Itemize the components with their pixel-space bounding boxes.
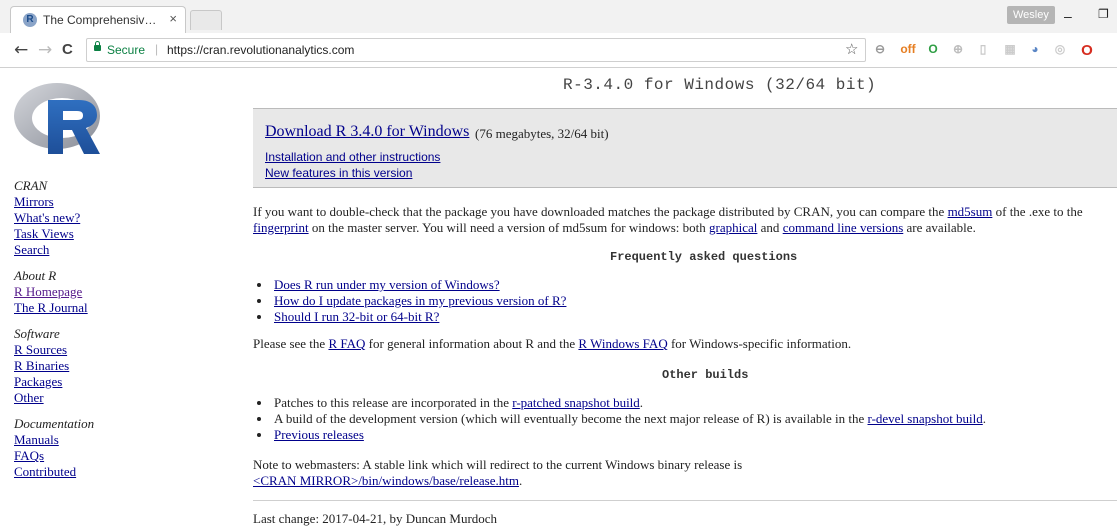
url-separator: | [155, 42, 159, 56]
page-extension-icon[interactable]: ▯ [975, 42, 991, 56]
sidebar-group: CRAN Mirrors What's new? Task Views Search [14, 178, 134, 258]
close-tab-icon[interactable]: × [169, 11, 177, 26]
sidebar-link[interactable]: R Sources [14, 342, 134, 358]
r-patched-link[interactable]: r-patched snapshot build [512, 395, 640, 410]
install-instructions-link[interactable]: Installation and other instructions [265, 150, 440, 164]
sidebar-link[interactable]: Contributed [14, 464, 134, 480]
md5-text: If you want to double-check that the pac… [253, 204, 948, 219]
gray-extension-icon[interactable]: ⊕ [950, 42, 966, 56]
r-logo [14, 83, 100, 154]
r-devel-link[interactable]: r-devel snapshot build [868, 411, 983, 426]
fingerprint-link[interactable]: fingerprint [253, 220, 309, 235]
sidebar-group: About RR Homepage The R Journal [14, 268, 134, 316]
sidebar-link[interactable]: Task Views [14, 226, 134, 242]
list-text: Patches to this release are incorporated… [274, 395, 513, 410]
tab-title: The Comprehensive R Ar [43, 13, 163, 27]
list-item: Should I run 32-bit or 64-bit R? [272, 309, 566, 325]
profile-button[interactable]: Wesley [1007, 6, 1055, 24]
list-item: Does R run under my version of Windows? [272, 277, 566, 293]
md5-paragraph: If you want to double-check that the pac… [253, 204, 1083, 236]
url-text[interactable]: https://cran.revolutionanalytics.com [167, 43, 354, 57]
other-builds-list: Patches to this release are incorporated… [253, 395, 986, 443]
sidebar-link[interactable]: FAQs [14, 448, 134, 464]
grid-extension-icon[interactable]: ▦ [1002, 42, 1018, 56]
sidebar-heading: Documentation [14, 416, 95, 431]
rfaq-text: for Windows-specific information. [667, 336, 852, 351]
faq-heading: Frequently asked questions [610, 250, 798, 264]
new-tab-button[interactable] [190, 10, 222, 30]
sidebar-heading: CRAN [14, 178, 48, 193]
rss-extension-icon[interactable]: ◕ [1027, 42, 1043, 56]
download-box: Download R 3.4.0 for Windows (76 megabyt… [253, 108, 1117, 188]
address-bar[interactable]: Secure | https://cran.revolutionanalytic… [86, 38, 866, 62]
sidebar-link[interactable]: Mirrors [14, 194, 134, 210]
circle-extension-icon[interactable]: ◎ [1052, 42, 1068, 56]
download-size: (76 megabytes, 32/64 bit) [475, 126, 609, 141]
faq-list: Does R run under my version of Windows?H… [253, 277, 566, 325]
md5sum-link[interactable]: md5sum [948, 204, 993, 219]
list-text: . [982, 411, 987, 426]
md5-text: of the .exe to the [992, 204, 1083, 219]
sidebar-heading: About R [14, 268, 57, 283]
divider [253, 500, 1117, 501]
back-arrow-icon[interactable]: ← [14, 40, 28, 60]
list-item: How do I update packages in my previous … [272, 293, 566, 309]
sidebar-link[interactable]: R Binaries [14, 358, 134, 374]
command-line-link[interactable]: command line versions [783, 220, 904, 235]
sidebar-group: Software R Sources R Binaries Packages Other [14, 326, 134, 406]
sidebar-link[interactable]: Packages [14, 374, 134, 390]
list-item: A build of the development version (whic… [272, 411, 986, 427]
last-change: Last change: 2017-04-21, by Duncan Murdo… [253, 511, 498, 526]
bookmark-star-icon[interactable]: ☆ [845, 40, 858, 58]
sidebar-group: Documentation Manuals FAQs Contributed [14, 416, 134, 480]
release-htm-link[interactable]: <CRAN MIRROR>/bin/windows/base/release.h… [253, 473, 519, 488]
page-title: R-3.4.0 for Windows (32/64 bit) [563, 76, 877, 94]
list-text: A build of the development version (whic… [274, 411, 868, 426]
md5-text: and [757, 220, 783, 235]
sidebar-link[interactable]: Manuals [14, 432, 134, 448]
minus-extension-icon[interactable]: ⊖ [872, 42, 888, 56]
tab-strip: R The Comprehensive R Ar × Wesley – ❐ [0, 0, 1117, 33]
off-extension-icon[interactable]: off [900, 42, 916, 56]
sidebar-link[interactable]: Other [14, 390, 134, 406]
faq-link[interactable]: Does R run under my version of Windows? [274, 277, 500, 292]
reload-icon[interactable]: C [62, 41, 73, 58]
webmaster-text: Note to webmasters: A stable link which … [253, 457, 743, 472]
rfaq-text: for general information about R and the [365, 336, 579, 351]
sidebar-heading: Software [14, 326, 60, 341]
sidebar-link[interactable]: The R Journal [14, 300, 134, 316]
md5-text: are available. [903, 220, 976, 235]
maximize-icon[interactable]: ❐ [1098, 7, 1109, 21]
list-item: Patches to this release are incorporated… [272, 395, 986, 411]
r-faq-link[interactable]: R FAQ [328, 336, 365, 351]
list-text: . [639, 395, 644, 410]
green-extension-icon[interactable]: O [925, 42, 941, 56]
graphical-link[interactable]: graphical [709, 220, 757, 235]
new-features-link[interactable]: New features in this version [265, 166, 412, 180]
r-windows-faq-link[interactable]: R Windows FAQ [578, 336, 667, 351]
list-item: Previous releases [272, 427, 986, 443]
forward-arrow-icon[interactable]: → [38, 40, 52, 60]
rfaq-paragraph: Please see the R FAQ for general informa… [253, 336, 851, 352]
md5-text: on the master server. You will need a ve… [308, 220, 710, 235]
rfaq-text: Please see the [253, 336, 329, 351]
sidebar-link[interactable]: Search [14, 242, 134, 258]
webmaster-note: Note to webmasters: A stable link which … [253, 457, 742, 489]
other-builds-heading: Other builds [662, 368, 749, 382]
opera-icon[interactable]: O [1079, 42, 1095, 59]
lock-icon [94, 41, 101, 51]
download-r-link[interactable]: Download R 3.4.0 for Windows [265, 123, 469, 141]
sidebar-nav: CRAN Mirrors What's new? Task Views Search Ab… [14, 178, 134, 490]
r-favicon-icon: R [23, 13, 37, 27]
browser-tab[interactable]: R The Comprehensive R Ar × [10, 6, 186, 33]
secure-label: Secure [107, 43, 146, 57]
previous-releases-link[interactable]: Previous releases [274, 427, 364, 442]
minimize-icon[interactable]: – [1064, 8, 1072, 24]
faq-link[interactable]: How do I update packages in my previous … [274, 293, 566, 308]
faq-link[interactable]: Should I run 32-bit or 64-bit R? [274, 309, 439, 324]
sidebar-link[interactable]: R Homepage [14, 284, 134, 300]
webmaster-text: . [518, 473, 523, 488]
sidebar-link[interactable]: What's new? [14, 210, 134, 226]
page-content: CRAN Mirrors What's new? Task Views Search Ab… [0, 68, 1117, 529]
